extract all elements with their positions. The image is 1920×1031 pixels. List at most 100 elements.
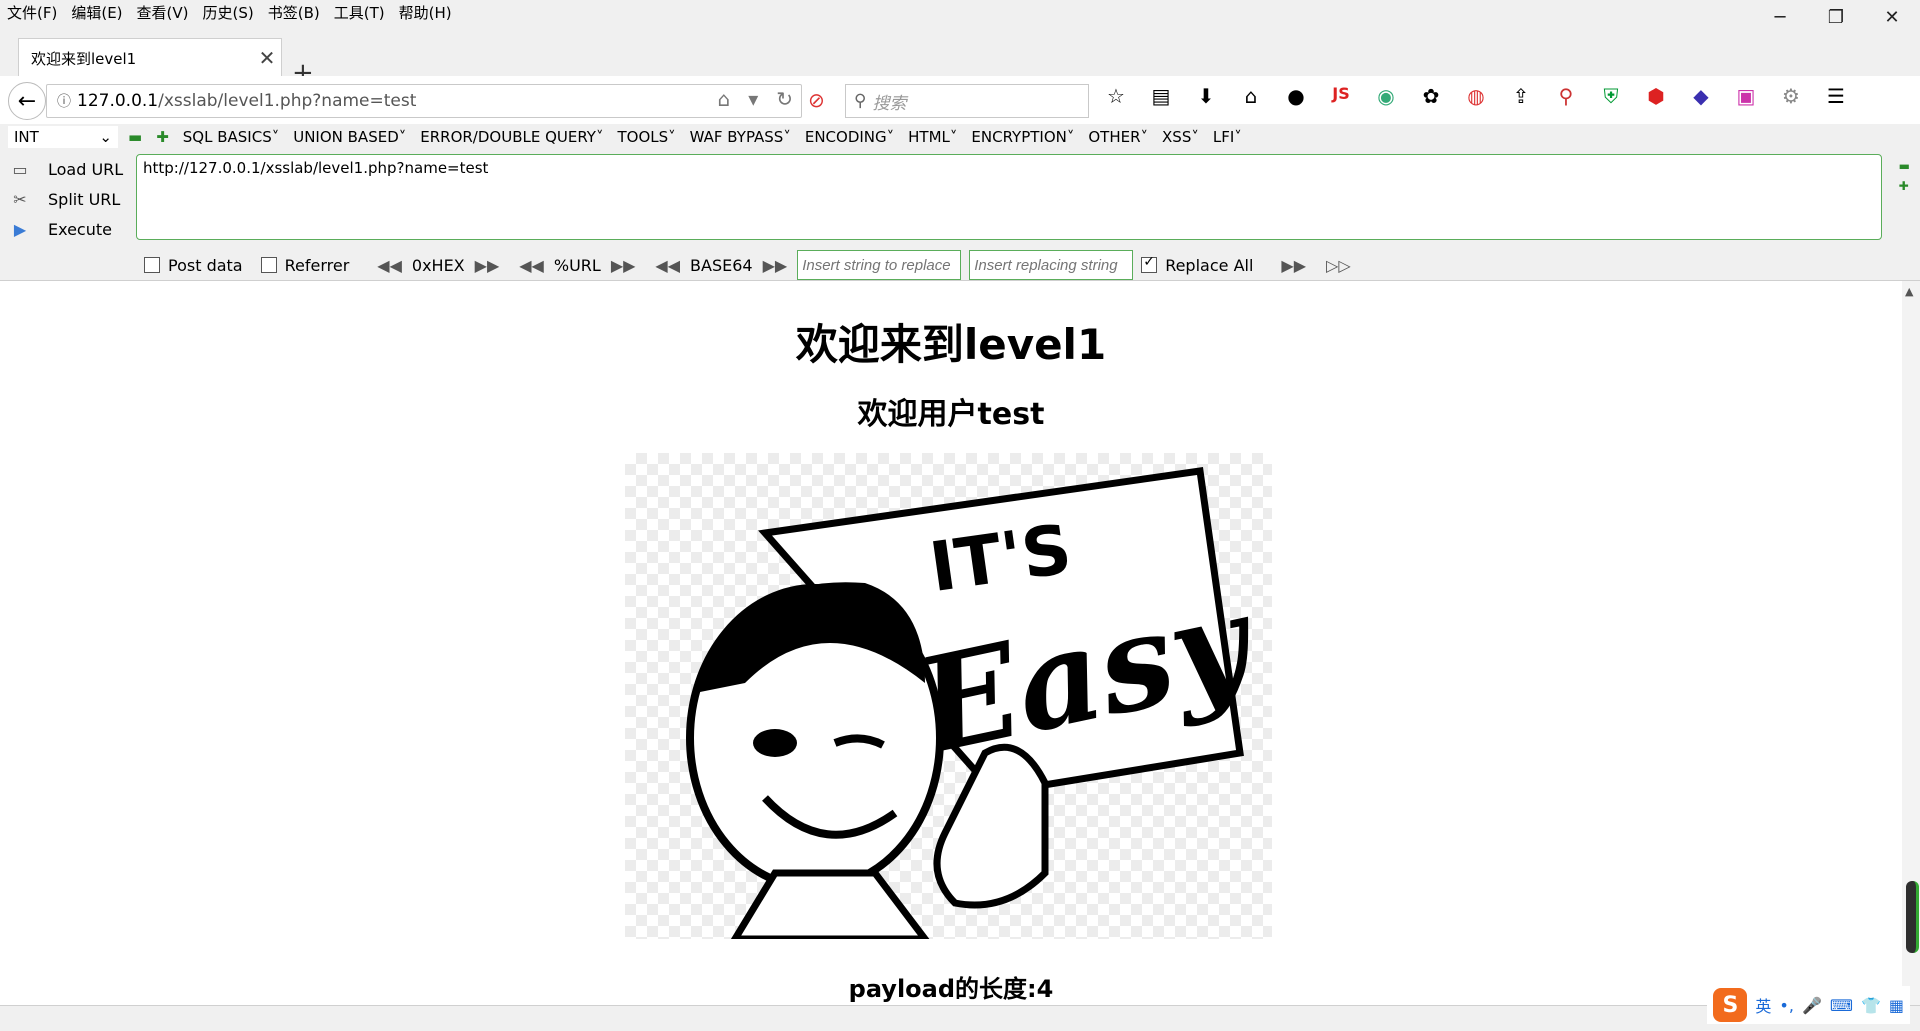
menubar: 文件(F) 编辑(E) 查看(V) 历史(S) 书签(B) 工具(T) 帮助(H… bbox=[0, 0, 1920, 24]
tab-strip: 欢迎来到level1 ✕ + bbox=[0, 24, 1920, 88]
url-decode-arrow-icon[interactable]: ◀◀ bbox=[519, 256, 544, 275]
tab-title: 欢迎来到level1 bbox=[31, 49, 137, 68]
hackbar-url-textarea[interactable]: http://127.0.0.1/xsslab/level1.php?name=… bbox=[136, 154, 1882, 240]
play-icon: ▶ bbox=[13, 219, 27, 239]
replace-string-input[interactable] bbox=[969, 250, 1134, 280]
vertical-scrollbar[interactable]: ▲ bbox=[1902, 281, 1920, 1005]
download-icon[interactable]: ⬇ bbox=[1190, 84, 1222, 108]
menu-xss[interactable]: XSS˅ bbox=[1162, 128, 1199, 146]
toolbar-icons: ☆ ▤ ⬇ ⌂ ● JS ◉ ✿ ◍ ⇪ ⚲ ⛨ ⬢ ◆ ▣ ⚙ ☰ bbox=[1100, 84, 1852, 108]
replace-arrow-icon[interactable]: ▶▶ bbox=[1281, 256, 1306, 275]
info-icon[interactable]: ⓘ bbox=[51, 91, 77, 111]
load-url-button[interactable]: ▭ Load URL bbox=[8, 154, 123, 184]
navigation-bar: ← ⓘ 127.0.0.1/xsslab/level1.php?name=tes… bbox=[0, 76, 1920, 125]
menu-other[interactable]: OTHER˅ bbox=[1088, 128, 1148, 146]
menu-view[interactable]: 查看(V) bbox=[130, 2, 196, 23]
menu-edit[interactable]: 编辑(E) bbox=[64, 2, 129, 23]
execute-button[interactable]: ▶ Execute bbox=[8, 214, 123, 244]
home-icon[interactable]: ⌂ bbox=[1235, 84, 1267, 108]
referrer-checkbox[interactable]: Referrer bbox=[260, 256, 349, 275]
menu-tools[interactable]: TOOLS˅ bbox=[617, 128, 675, 146]
url-path: /xsslab/level1.php?name=test bbox=[158, 91, 417, 111]
minus-icon[interactable]: ▬ bbox=[128, 128, 142, 146]
menu-union-based[interactable]: UNION BASED˅ bbox=[293, 128, 406, 146]
punctuation-icon[interactable]: •, bbox=[1779, 996, 1794, 1015]
menu-html[interactable]: HTML˅ bbox=[908, 128, 957, 146]
menu-waf-bypass[interactable]: WAF BYPASS˅ bbox=[690, 128, 791, 146]
url-encode-arrow-icon[interactable]: ▶▶ bbox=[611, 256, 636, 275]
plus-icon[interactable]: ✚ bbox=[156, 128, 169, 146]
search-bar[interactable]: ⚲ 搜索 bbox=[845, 84, 1089, 118]
side-minus-icon[interactable]: ▬ bbox=[1899, 156, 1910, 176]
replace-all-checkbox[interactable]: Replace All bbox=[1141, 254, 1253, 275]
hex-encode-arrow-icon[interactable]: ▶▶ bbox=[475, 256, 500, 275]
star-icon[interactable]: ☆ bbox=[1100, 84, 1132, 108]
js-icon[interactable]: JS bbox=[1325, 84, 1357, 108]
menu-help[interactable]: 帮助(H) bbox=[392, 2, 459, 23]
welcome-user-heading: 欢迎用户test bbox=[857, 397, 1045, 432]
extension-icon[interactable]: ● bbox=[1280, 84, 1312, 108]
replace-arrow-2-icon[interactable]: ▷▷ bbox=[1326, 256, 1351, 275]
side-plus-icon[interactable]: ✚ bbox=[1899, 176, 1910, 196]
hackbar-type-select[interactable]: INT ⌄ bbox=[8, 126, 118, 148]
reload-icon[interactable]: ↻ bbox=[776, 87, 793, 111]
page-content: 欢迎来到level1 欢迎用户test IT'S Easy payload的长度… bbox=[0, 281, 1902, 1005]
split-url-button[interactable]: ✂ Split URL bbox=[8, 184, 123, 214]
status-bar bbox=[0, 1005, 1920, 1031]
menu-bookmarks[interactable]: 书签(B) bbox=[261, 2, 327, 23]
hackbar-menu: ▬ ✚ SQL BASICS˅ UNION BASED˅ ERROR/DOUBL… bbox=[128, 128, 1242, 146]
base64-encode-arrow-icon[interactable]: ▶▶ bbox=[763, 256, 788, 275]
settings-icon[interactable]: ⚙ bbox=[1775, 84, 1807, 108]
color-icon[interactable]: ◉ bbox=[1370, 84, 1402, 108]
home-page-icon[interactable]: ⌂ bbox=[717, 87, 730, 111]
shirt-icon[interactable]: 👕 bbox=[1861, 996, 1881, 1015]
menu-tools[interactable]: 工具(T) bbox=[327, 2, 392, 23]
keyboard-icon[interactable]: ⌨ bbox=[1830, 996, 1853, 1015]
base64-decode-arrow-icon[interactable]: ◀◀ bbox=[655, 256, 680, 275]
tab-close-icon[interactable]: ✕ bbox=[253, 46, 281, 70]
menu-icon[interactable]: ☰ bbox=[1820, 84, 1852, 108]
scroll-thumb[interactable] bbox=[1906, 881, 1919, 953]
chevron-down-icon: ⌄ bbox=[99, 128, 112, 146]
url-host: 127.0.0.1 bbox=[77, 91, 159, 111]
menu-encryption[interactable]: ENCRYPTION˅ bbox=[971, 128, 1074, 146]
sogou-logo-icon[interactable]: S bbox=[1713, 988, 1748, 1022]
reading-list-icon[interactable]: ▤ bbox=[1145, 84, 1177, 108]
hackbar-side-controls: ▬ ✚ bbox=[1899, 156, 1910, 196]
scroll-up-icon[interactable]: ▲ bbox=[1905, 285, 1913, 298]
hackbar-options: Post data Referrer ◀◀ 0xHEX ▶▶ ◀◀ %URL ▶… bbox=[144, 250, 1361, 280]
url-bar[interactable]: ⓘ 127.0.0.1/xsslab/level1.php?name=test … bbox=[46, 84, 802, 118]
ublock-icon[interactable]: ⛨ bbox=[1595, 84, 1627, 108]
menu-error-double-query[interactable]: ERROR/DOUBLE QUERY˅ bbox=[420, 128, 603, 146]
load-icon: ▭ bbox=[12, 159, 28, 179]
hex-label: 0xHEX bbox=[411, 255, 465, 275]
hex-decode-arrow-icon[interactable]: ◀◀ bbox=[377, 256, 402, 275]
share-icon[interactable]: ⇪ bbox=[1505, 84, 1537, 108]
its-easy-image: IT'S Easy bbox=[625, 453, 1272, 943]
block-icon[interactable]: ⊘ bbox=[808, 88, 825, 112]
menu-sql-basics[interactable]: SQL BASICS˅ bbox=[183, 128, 279, 146]
ime-toolbar: S 英 •, 🎤 ⌨ 👕 ▦ bbox=[1707, 986, 1910, 1024]
tag-icon[interactable]: ▣ bbox=[1730, 84, 1762, 108]
menu-file[interactable]: 文件(F) bbox=[0, 2, 64, 23]
ime-lang[interactable]: 英 bbox=[1755, 993, 1771, 1017]
find-string-input[interactable] bbox=[797, 250, 962, 280]
layers-icon[interactable]: ◆ bbox=[1685, 84, 1717, 108]
search-placeholder: 搜索 bbox=[872, 93, 907, 114]
zoom-icon[interactable]: ⚲ bbox=[1550, 84, 1582, 108]
back-button[interactable]: ← bbox=[8, 82, 46, 120]
url-label: %URL bbox=[553, 255, 601, 275]
hackbar-actions: ▭ Load URL ✂ Split URL ▶ Execute bbox=[8, 154, 123, 244]
palette-icon[interactable]: ✿ bbox=[1415, 84, 1447, 108]
tab-active[interactable]: 欢迎来到level1 ✕ bbox=[18, 38, 282, 77]
dropdown-icon[interactable]: ▾ bbox=[748, 87, 758, 111]
grid-icon[interactable]: ▦ bbox=[1889, 996, 1904, 1015]
red-shield-icon[interactable]: ◍ bbox=[1460, 84, 1492, 108]
menu-encoding[interactable]: ENCODING˅ bbox=[805, 128, 894, 146]
post-data-checkbox[interactable]: Post data bbox=[144, 256, 243, 275]
base64-label: BASE64 bbox=[690, 255, 753, 275]
menu-history[interactable]: 历史(S) bbox=[196, 2, 261, 23]
abp-icon[interactable]: ⬢ bbox=[1640, 84, 1672, 108]
mic-icon[interactable]: 🎤 bbox=[1802, 996, 1822, 1015]
menu-lfi[interactable]: LFI˅ bbox=[1213, 128, 1242, 146]
